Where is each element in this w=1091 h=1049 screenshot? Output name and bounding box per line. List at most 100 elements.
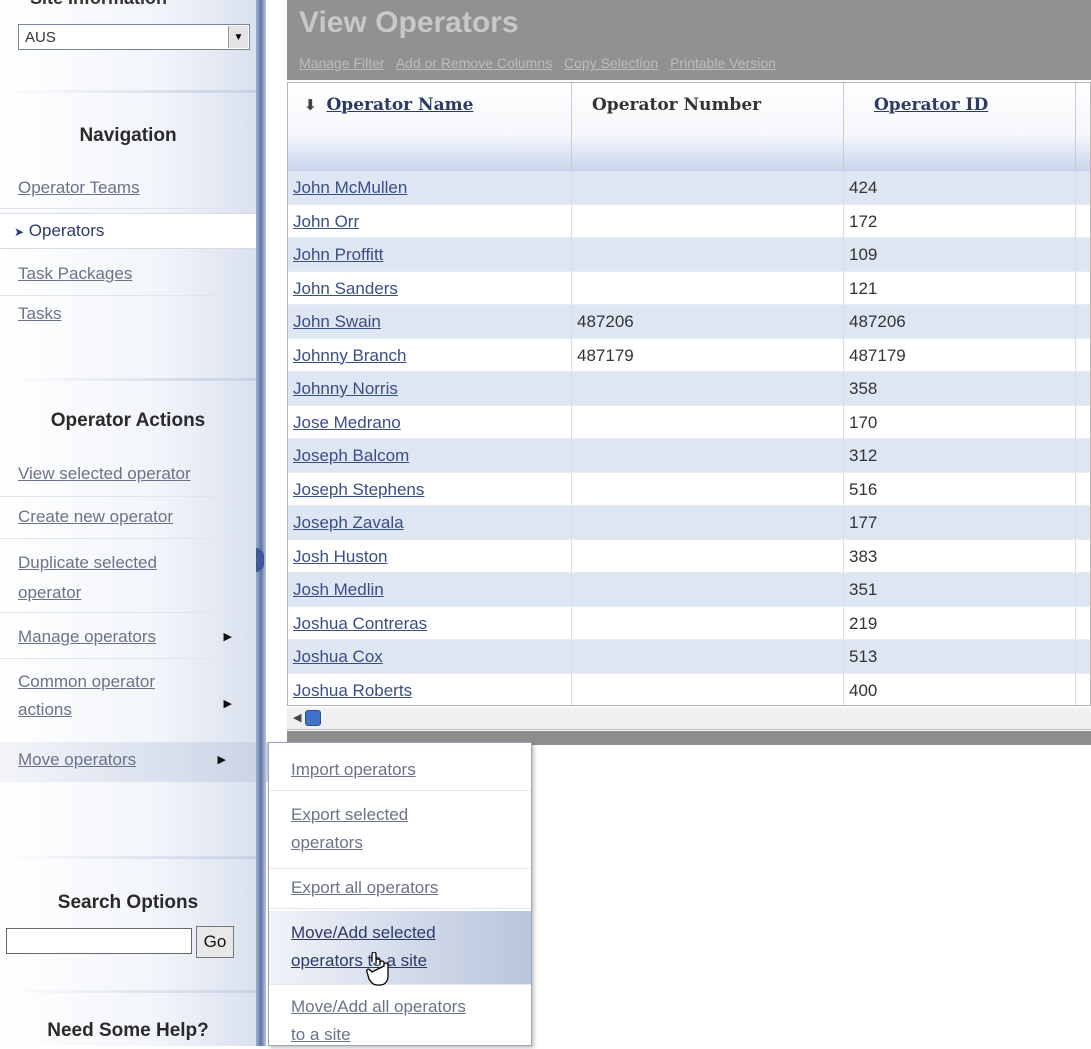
sidebar-item-operator-teams[interactable]: Operator Teams <box>18 178 256 198</box>
operator-id-cell: 358 <box>844 372 1076 405</box>
copy-selection-link[interactable]: Copy Selection <box>564 55 658 71</box>
manage-filter-link[interactable]: Manage Filter <box>299 55 385 71</box>
operator-number-cell <box>572 573 844 606</box>
move-selected-line-1: Move/Add selected <box>291 923 436 942</box>
nav-divider <box>0 658 256 659</box>
operator-number-cell: 487179 <box>572 338 844 371</box>
operator-number-cell <box>572 472 844 505</box>
operator-id-cell: 177 <box>844 506 1076 539</box>
operator-name-link[interactable]: John Orr <box>288 204 572 237</box>
table-row[interactable]: John Proffitt 109 <box>288 238 1090 272</box>
nav-divider <box>0 612 256 613</box>
table-row[interactable]: John McMullen 424 <box>288 171 1090 205</box>
table-row[interactable]: Joshua Contreras 219 <box>288 606 1090 640</box>
operator-name-link[interactable]: Joshua Cox <box>288 640 572 673</box>
operator-number-cell: 487206 <box>572 305 844 338</box>
page-title: View Operators <box>299 6 519 39</box>
move-add-selected-operators-item[interactable]: Move/Add selected operators to a site <box>269 911 531 985</box>
table-row[interactable]: Joshua Cox 513 <box>288 640 1090 674</box>
search-input[interactable] <box>6 928 192 954</box>
operator-name-link[interactable]: Joseph Stephens <box>288 472 572 505</box>
operator-id-cell: 109 <box>844 238 1076 271</box>
search-go-button[interactable]: Go <box>196 926 234 958</box>
table-row[interactable]: Josh Huston 383 <box>288 539 1090 573</box>
add-remove-columns-link[interactable]: Add or Remove Columns <box>396 55 552 71</box>
table-row[interactable]: John Sanders 121 <box>288 271 1090 305</box>
column-header-label: Operator Number <box>592 95 762 115</box>
table-row[interactable]: Joshua Roberts 400 <box>288 673 1090 705</box>
operator-name-link[interactable]: John Swain <box>288 305 572 338</box>
operator-number-cell <box>572 171 844 204</box>
printable-version-link[interactable]: Printable Version <box>670 55 776 71</box>
table-row[interactable]: John Orr 172 <box>288 204 1090 238</box>
operator-name-link[interactable]: Johnny Norris <box>288 372 572 405</box>
operator-id-cell: 487179 <box>844 338 1076 371</box>
sidebar-item-operators-label: Operators <box>28 221 105 240</box>
create-new-operator-link[interactable]: Create new operator <box>18 507 256 527</box>
site-section-title: Site Information <box>30 0 167 9</box>
operator-name-link[interactable]: Joseph Zavala <box>288 506 572 539</box>
operator-number-cell <box>572 506 844 539</box>
move-add-all-operators-item[interactable]: Move/Add all operators to a site <box>269 987 531 1047</box>
export-selected-line-2: operators <box>291 833 363 852</box>
dropdown-arrow-icon[interactable]: ▼ <box>228 26 248 48</box>
duplicate-selected-operator-link[interactable]: Duplicate selected operator <box>18 548 256 608</box>
column-header-next[interactable] <box>1076 83 1090 171</box>
collapse-tab-icon[interactable] <box>256 548 264 572</box>
column-header-operator-number[interactable]: Operator Number <box>572 83 844 171</box>
table-row[interactable]: Josh Medlin 351 <box>288 573 1090 607</box>
operator-name-link[interactable]: Joshua Contreras <box>288 606 572 639</box>
table-row[interactable]: Joseph Balcom 312 <box>288 439 1090 473</box>
operator-number-cell <box>572 673 844 705</box>
view-selected-operator-link[interactable]: View selected operator <box>18 464 256 484</box>
table-row[interactable]: Joseph Zavala 177 <box>288 506 1090 540</box>
sidebar-collapse-handle[interactable] <box>256 0 266 1046</box>
manage-operators-link[interactable]: Manage operators ▶ <box>18 627 256 647</box>
operator-name-link[interactable]: Joseph Balcom <box>288 439 572 472</box>
table-row[interactable]: Jose Medrano 170 <box>288 405 1090 439</box>
column-header-operator-id[interactable]: Operator ID <box>844 83 1076 171</box>
operator-actions-heading: Operator Actions <box>50 410 206 431</box>
site-select[interactable]: AUS ▼ <box>18 24 250 50</box>
scroll-thumb[interactable] <box>305 710 321 726</box>
common-line-1: Common operator <box>18 672 156 691</box>
common-operator-actions-link[interactable]: Common operator actions ▶ <box>18 668 256 724</box>
common-line-2: actions <box>18 700 72 719</box>
operator-name-link[interactable]: John Proffitt <box>288 238 572 271</box>
column-header-row: ⬇ Operator Name Operator Number Operator… <box>288 83 1090 171</box>
table-row[interactable]: John Swain 487206 487206 <box>288 305 1090 339</box>
sidebar-item-operators[interactable]: ➤ Operators <box>0 213 262 249</box>
move-operators-link[interactable]: Move operators ▶ <box>18 750 256 770</box>
nav-divider <box>0 208 256 209</box>
operator-name-link[interactable]: John McMullen <box>288 171 572 204</box>
column-header-operator-name[interactable]: ⬇ Operator Name <box>288 83 572 171</box>
horizontal-scrollbar[interactable]: ◀ <box>287 708 1091 730</box>
operator-name-link[interactable]: Johnny Branch <box>288 338 572 371</box>
operator-name-link[interactable]: Josh Medlin <box>288 573 572 606</box>
operator-name-link[interactable]: Joshua Roberts <box>288 673 572 705</box>
table-row[interactable]: Joseph Stephens 516 <box>288 472 1090 506</box>
search-options-heading: Search Options <box>57 892 199 913</box>
operator-id-cell: 312 <box>844 439 1076 472</box>
operator-number-cell <box>572 405 844 438</box>
table-row[interactable]: Johnny Norris 358 <box>288 372 1090 406</box>
operator-name-link[interactable]: Jose Medrano <box>288 405 572 438</box>
scroll-left-icon[interactable]: ◀ <box>293 711 301 724</box>
toolbar: Manage Filter Add or Remove Columns Copy… <box>299 55 784 71</box>
sidebar-item-tasks[interactable]: Tasks <box>18 304 256 324</box>
operator-number-cell <box>572 439 844 472</box>
export-selected-operators-item[interactable]: Export selected operators <box>269 793 531 869</box>
section-divider <box>0 856 256 859</box>
sidebar-item-task-packages[interactable]: Task Packages <box>18 264 256 284</box>
move-operators-row[interactable]: Move operators ▶ <box>0 742 268 782</box>
operator-id-cell: 351 <box>844 573 1076 606</box>
operator-name-link[interactable]: John Sanders <box>288 271 572 304</box>
manage-operators-label: Manage operators <box>18 627 156 646</box>
import-operators-item[interactable]: Import operators <box>269 751 531 791</box>
duplicate-line-2: operator <box>18 583 82 602</box>
export-all-operators-item[interactable]: Export all operators <box>269 869 531 909</box>
operator-name-link[interactable]: Josh Huston <box>288 539 572 572</box>
column-header-label: Operator Name <box>326 95 474 115</box>
table-row[interactable]: Johnny Branch 487179 487179 <box>288 338 1090 372</box>
operator-id-cell: 121 <box>844 271 1076 304</box>
